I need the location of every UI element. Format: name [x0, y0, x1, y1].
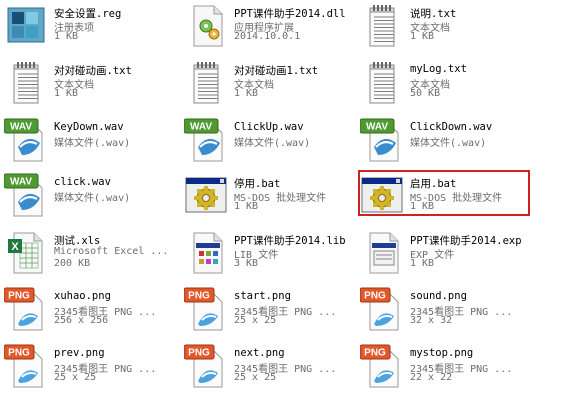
file-meta: 25 x 25	[234, 372, 277, 383]
png-icon: PNG	[359, 286, 404, 332]
file-meta: 1 KB	[54, 31, 79, 42]
file-item[interactable]: WAV click.wav 媒体文件(.wav)	[0, 170, 178, 222]
svg-text:PNG: PNG	[364, 291, 386, 302]
svg-text:PNG: PNG	[8, 348, 30, 359]
file-item[interactable]: PNG mystop.png 2345看图王 PNG ... 22 x 22	[356, 341, 534, 393]
file-item[interactable]: PNG xuhao.png 2345看图王 PNG ... 256 x 256	[0, 284, 178, 336]
svg-text:WAV: WAV	[190, 122, 212, 133]
file-name: KeyDown.wav	[54, 121, 124, 133]
file-meta: 1 KB	[234, 88, 259, 99]
file-name: ClickDown.wav	[410, 121, 493, 133]
selection-highlight-box	[358, 170, 530, 216]
svg-text:PNG: PNG	[364, 348, 386, 359]
file-meta: 1 KB	[410, 31, 435, 42]
file-item[interactable]: PNG next.png 2345看图王 PNG ... 25 x 25	[180, 341, 358, 393]
file-name: mystop.png	[410, 347, 474, 359]
svg-text:WAV: WAV	[10, 122, 32, 133]
txt-icon	[360, 59, 404, 105]
txt-icon	[184, 59, 228, 105]
file-type: Microsoft Excel ...	[54, 246, 169, 257]
wav-icon: WAV	[183, 117, 228, 163]
png-icon: PNG	[3, 286, 48, 332]
file-item[interactable]: PPT课件助手2014.exp EXP 文件 1 KB	[356, 227, 534, 279]
file-name: prev.png	[54, 347, 105, 359]
wav-icon: WAV	[3, 172, 48, 218]
file-name: start.png	[234, 290, 291, 302]
file-name: myLog.txt	[410, 63, 467, 75]
file-item[interactable]: PPT课件助手2014.dll 应用程序扩展 2014.10.0.1	[180, 0, 358, 52]
file-item[interactable]: 对对碰动画1.txt 文本文档 1 KB	[180, 57, 358, 109]
file-type: 媒体文件(.wav)	[234, 138, 311, 149]
file-item[interactable]: PPT课件助手2014.lib LIB 文件 3 KB	[180, 227, 358, 279]
png-icon: PNG	[183, 286, 228, 332]
dll-icon	[184, 2, 228, 48]
svg-text:PNG: PNG	[188, 291, 210, 302]
txt-icon	[4, 59, 48, 105]
file-item[interactable]: 安全设置.reg 注册表项 1 KB	[0, 0, 178, 52]
wav-icon: WAV	[3, 117, 48, 163]
svg-text:PNG: PNG	[8, 291, 30, 302]
png-icon: PNG	[3, 343, 48, 389]
file-name: xuhao.png	[54, 290, 111, 302]
svg-text:X: X	[11, 241, 19, 253]
file-meta: 32 x 32	[410, 315, 453, 326]
bat-icon	[184, 172, 228, 218]
file-item[interactable]: 说明.txt 文本文档 1 KB	[356, 0, 534, 52]
file-meta: 3 KB	[234, 258, 259, 269]
file-name: click.wav	[54, 176, 111, 188]
file-meta: 256 x 256	[54, 315, 109, 326]
txt-icon	[360, 2, 404, 48]
file-item[interactable]: WAV ClickUp.wav 媒体文件(.wav)	[180, 115, 358, 167]
file-type: 媒体文件(.wav)	[410, 138, 487, 149]
file-meta: 200 KB	[54, 258, 91, 269]
file-meta: 1 KB	[234, 201, 259, 212]
file-item[interactable]: PNG start.png 2345看图王 PNG ... 25 x 25	[180, 284, 358, 336]
file-name: sound.png	[410, 290, 467, 302]
xls-icon: X	[4, 229, 48, 275]
file-list-view: 安全设置.reg 注册表项 1 KB PPT课件助手2014.dll 应用程序扩展 20…	[0, 0, 565, 401]
exp-icon	[360, 229, 404, 275]
file-item[interactable]: myLog.txt 文本文档 50 KB	[356, 57, 534, 109]
file-item[interactable]: WAV ClickDown.wav 媒体文件(.wav)	[356, 115, 534, 167]
file-meta: 1 KB	[54, 88, 79, 99]
lib-icon	[184, 229, 228, 275]
file-item[interactable]: 停用.bat MS-DOS 批处理文件 1 KB	[180, 170, 358, 222]
file-name: next.png	[234, 347, 285, 359]
file-type: 媒体文件(.wav)	[54, 138, 131, 149]
svg-text:WAV: WAV	[10, 177, 32, 188]
wav-icon: WAV	[359, 117, 404, 163]
file-meta: 2014.10.0.1	[234, 31, 301, 42]
png-icon: PNG	[183, 343, 228, 389]
png-icon: PNG	[359, 343, 404, 389]
reg-icon	[4, 2, 48, 48]
file-item[interactable]: X 测试.xls Microsoft Excel ... 200 KB	[0, 227, 178, 279]
file-name: ClickUp.wav	[234, 121, 304, 133]
file-meta: 25 x 25	[54, 372, 97, 383]
svg-text:WAV: WAV	[366, 122, 388, 133]
file-item[interactable]: PNG prev.png 2345看图王 PNG ... 25 x 25	[0, 341, 178, 393]
file-meta: 22 x 22	[410, 372, 453, 383]
file-item[interactable]: PNG sound.png 2345看图王 PNG ... 32 x 32	[356, 284, 534, 336]
file-meta: 50 KB	[410, 88, 441, 99]
file-item[interactable]: WAV KeyDown.wav 媒体文件(.wav)	[0, 115, 178, 167]
file-meta: 25 x 25	[234, 315, 277, 326]
svg-text:PNG: PNG	[188, 348, 210, 359]
file-meta: 1 KB	[410, 258, 435, 269]
file-item[interactable]: 对对碰动画.txt 文本文档 1 KB	[0, 57, 178, 109]
file-type: 媒体文件(.wav)	[54, 193, 131, 204]
